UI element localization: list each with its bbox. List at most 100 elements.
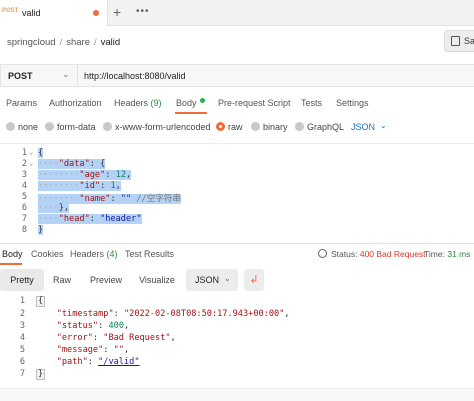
editor-line: 4 ········"id": 1, bbox=[0, 181, 474, 192]
method-label: POST bbox=[8, 71, 33, 81]
json-number: 400 bbox=[108, 321, 124, 331]
fold-chevron-icon[interactable]: ⌄ bbox=[29, 159, 33, 167]
close-brace: } bbox=[36, 369, 46, 380]
view-tab-raw[interactable]: Raw bbox=[48, 269, 76, 291]
radio-graphql-label: GraphQL bbox=[307, 122, 345, 132]
breadcrumb-collection[interactable]: springcloud bbox=[7, 37, 56, 48]
close-brace: } bbox=[38, 225, 44, 235]
json-key: "timestamp" bbox=[56, 309, 114, 319]
response-body-viewer[interactable]: 1 { 2 "timestamp": "2022-02-08T08:50:17.… bbox=[0, 295, 474, 385]
tab-tests[interactable]: Tests bbox=[301, 98, 322, 108]
json-string: "" bbox=[113, 345, 124, 355]
response-line: 1 { bbox=[0, 296, 474, 308]
fold-chevron-icon[interactable]: ⌄ bbox=[29, 148, 33, 156]
save-button[interactable]: Save bbox=[444, 30, 474, 52]
open-brace: { bbox=[38, 148, 44, 158]
radio-none-label: none bbox=[18, 122, 39, 132]
line-number: 2 bbox=[19, 309, 25, 319]
method-select[interactable]: POST ⌄ bbox=[0, 64, 77, 87]
tab-body[interactable]: Body bbox=[176, 98, 205, 108]
resp-tab-cookies[interactable]: Cookies bbox=[31, 249, 64, 259]
status-bar bbox=[0, 388, 474, 401]
chevron-down-icon[interactable]: ⌄ bbox=[380, 121, 387, 130]
response-format-label: JSON bbox=[195, 275, 220, 285]
wrap-lines-icon[interactable]: ↲ bbox=[244, 269, 264, 291]
radio-raw[interactable] bbox=[216, 122, 225, 131]
tab-headers-label: Headers bbox=[114, 98, 149, 108]
unsaved-dot-icon[interactable] bbox=[93, 10, 99, 16]
url-text: http://localhost:8080/valid bbox=[84, 71, 186, 81]
tab-headers[interactable]: Headers (9) bbox=[114, 98, 162, 108]
radio-urlencoded-label: x-www-form-urlencoded bbox=[115, 122, 211, 132]
request-body-editor[interactable]: 1 ⌄ { 2 ⌄ ····"data": { 3 ········"age":… bbox=[0, 143, 474, 243]
json-key: "error" bbox=[56, 333, 93, 343]
json-key: "data" bbox=[58, 159, 90, 169]
line-number: 6 bbox=[19, 357, 25, 367]
json-key: "head" bbox=[58, 214, 90, 224]
body-type-options: none form-data x-www-form-urlencoded raw… bbox=[0, 121, 474, 135]
resp-tab-test-results[interactable]: Test Results bbox=[125, 249, 174, 259]
time-value[interactable]: 31 ms bbox=[447, 249, 470, 259]
line-number: 8 bbox=[21, 225, 27, 235]
view-tab-pretty[interactable]: Pretty bbox=[0, 269, 44, 291]
response-view-tabs: Pretty Raw Preview Visualize JSON ⌄ ↲ bbox=[0, 269, 474, 291]
view-tab-preview[interactable]: Preview bbox=[86, 269, 126, 291]
response-format-select[interactable]: JSON ⌄ bbox=[186, 269, 238, 291]
editor-line: 8 } bbox=[0, 225, 474, 236]
response-line: 6 "path": "/valid" bbox=[0, 357, 474, 369]
radio-raw-label: raw bbox=[228, 122, 243, 132]
tab-authorization[interactable]: Authorization bbox=[49, 98, 102, 108]
more-tabs-ellipsis-icon[interactable]: ••• bbox=[136, 6, 150, 17]
radio-binary[interactable] bbox=[251, 122, 260, 131]
url-input[interactable]: http://localhost:8080/valid bbox=[77, 64, 474, 87]
line-number: 3 bbox=[21, 170, 27, 180]
request-tab-bar: POST valid + ••• bbox=[0, 0, 474, 26]
breadcrumb-folder[interactable]: share bbox=[66, 37, 90, 48]
line-number: 4 bbox=[21, 181, 27, 191]
radio-urlencoded[interactable] bbox=[103, 122, 112, 131]
view-tab-visualize[interactable]: Visualize bbox=[137, 269, 177, 291]
radio-graphql[interactable] bbox=[295, 122, 304, 131]
line-number: 5 bbox=[21, 192, 27, 202]
tab-prerequest-script[interactable]: Pre-request Script bbox=[218, 98, 291, 108]
editor-line: 2 ⌄ ····"data": { bbox=[0, 159, 474, 170]
radio-form-data[interactable] bbox=[45, 122, 54, 131]
tab-name-label: valid bbox=[22, 8, 41, 18]
response-line: 5 "message": "", bbox=[0, 345, 474, 357]
response-line: 7 } bbox=[0, 369, 474, 381]
editor-line: 5 ········"name": "" //空字符串 bbox=[0, 192, 474, 204]
line-number: 7 bbox=[19, 369, 25, 379]
resp-tab-headers[interactable]: Headers (4) bbox=[70, 249, 118, 259]
json-link[interactable]: "/valid" bbox=[98, 357, 139, 367]
json-string: "header" bbox=[100, 214, 142, 224]
line-number: 1 bbox=[21, 148, 27, 158]
editor-line: 6 ····}, bbox=[0, 203, 474, 214]
resp-tab-body[interactable]: Body bbox=[2, 249, 23, 259]
response-time: Time: 31 ms bbox=[424, 249, 470, 259]
save-label: Save bbox=[464, 36, 474, 46]
radio-binary-label: binary bbox=[263, 122, 288, 132]
chevron-down-icon: ⌄ bbox=[224, 274, 231, 283]
globe-icon[interactable] bbox=[318, 249, 327, 258]
new-tab-plus-icon[interactable]: + bbox=[113, 4, 121, 20]
tab-params[interactable]: Params bbox=[6, 98, 37, 108]
body-format-select[interactable]: JSON bbox=[351, 122, 375, 132]
response-divider[interactable] bbox=[0, 243, 474, 244]
active-tab-underline bbox=[0, 263, 22, 265]
json-key: "message" bbox=[56, 345, 104, 355]
json-key: "path" bbox=[56, 357, 88, 367]
request-tab-valid[interactable]: POST valid bbox=[0, 0, 108, 26]
line-number: 6 bbox=[21, 203, 27, 213]
line-number: 7 bbox=[21, 214, 27, 224]
status-value[interactable]: 400 Bad Request bbox=[360, 249, 426, 259]
tab-settings[interactable]: Settings bbox=[336, 98, 369, 108]
json-string: "Bad Request" bbox=[103, 333, 171, 343]
json-key: "id" bbox=[79, 181, 101, 191]
tab-method-label: POST bbox=[2, 8, 19, 14]
response-line: 3 "status": 400, bbox=[0, 321, 474, 333]
request-tabs: Params Authorization Headers (9) Body Pr… bbox=[0, 98, 474, 112]
line-number: 2 bbox=[21, 159, 27, 169]
line-number: 4 bbox=[19, 333, 25, 343]
tab-body-label: Body bbox=[176, 98, 197, 108]
radio-none[interactable] bbox=[6, 122, 15, 131]
